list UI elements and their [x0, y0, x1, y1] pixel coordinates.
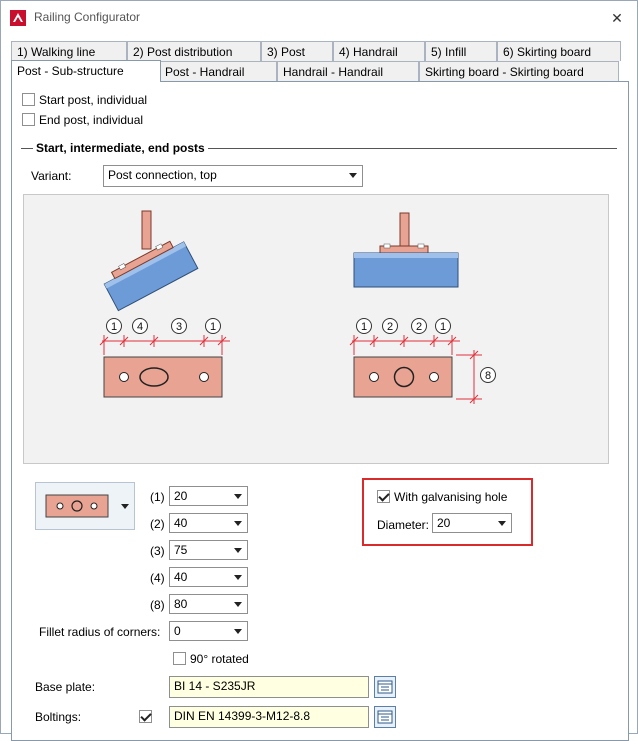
fillet-label: Fillet radius of corners: [39, 625, 161, 639]
start-post-checkbox[interactable] [22, 93, 35, 106]
base-plate-browse-button[interactable] [374, 676, 396, 698]
param-4-value: 40 [174, 570, 188, 584]
param-3-dropdown[interactable]: 75 [169, 540, 248, 560]
right-dim-3: 2 [416, 321, 422, 333]
left-dim-1: 1 [111, 321, 117, 333]
rotated-label: 90° rotated [190, 652, 249, 666]
plate-type-dropdown[interactable] [35, 482, 135, 530]
diameter-label: Diameter: [377, 518, 430, 532]
right-dim-2: 2 [387, 321, 393, 333]
param-3-label: (3) [150, 544, 165, 558]
param-8-value: 80 [174, 597, 188, 611]
chevron-down-icon [121, 504, 129, 509]
variant-value: Post connection, top [108, 168, 217, 182]
param-4-dropdown[interactable]: 40 [169, 567, 248, 587]
plate-preview-icon [45, 494, 109, 518]
left-dim-4: 1 [210, 321, 216, 333]
fillet-dropdown[interactable]: 0 [169, 621, 248, 641]
param-2-dropdown[interactable]: 40 [169, 513, 248, 533]
param-1-label: (1) [150, 490, 165, 504]
right-dim-1: 1 [361, 321, 367, 333]
galvanising-hole-label: With galvanising hole [394, 490, 508, 504]
param-1-dropdown[interactable]: 20 [169, 486, 248, 506]
left-dim-3: 3 [176, 321, 182, 333]
boltings-field[interactable]: DIN EN 14399-3-M12-8.8 [169, 706, 369, 728]
param-3-value: 75 [174, 543, 188, 557]
galvanising-highlight [362, 478, 533, 546]
right-dim-4: 1 [440, 321, 446, 333]
param-2-value: 40 [174, 516, 188, 530]
chevron-down-icon [234, 575, 242, 580]
chevron-down-icon [234, 521, 242, 526]
base-plate-field[interactable]: BI 14 - S235JR [169, 676, 369, 698]
end-post-checkbox[interactable] [22, 113, 35, 126]
catalog-icon [377, 710, 393, 724]
chevron-down-icon [234, 629, 242, 634]
connection-preview: 1 4 3 1 1 2 2 1 8 [23, 194, 609, 464]
boltings-browse-button[interactable] [374, 706, 396, 728]
chevron-down-icon [349, 173, 357, 178]
catalog-icon [377, 680, 393, 694]
variant-label: Variant: [31, 169, 72, 183]
param-1-value: 20 [174, 489, 188, 503]
connection-diagram: 1 4 3 1 1 2 2 1 8 [99, 210, 496, 404]
right-post [399, 212, 410, 250]
left-post [141, 210, 152, 250]
rotated-checkbox[interactable] [173, 652, 186, 665]
diameter-dropdown[interactable]: 20 [432, 513, 512, 533]
chevron-down-icon [234, 602, 242, 607]
end-post-label: End post, individual [39, 113, 144, 127]
chevron-down-icon [234, 548, 242, 553]
boltings-checkbox[interactable] [139, 710, 152, 723]
param-8-dropdown[interactable]: 80 [169, 594, 248, 614]
boltings-value: DIN EN 14399-3-M12-8.8 [174, 709, 311, 723]
section-title: Start, intermediate, end posts [33, 141, 208, 155]
railing-configurator-window: Railing Configurator ✕ 1) Walking line 2… [0, 0, 638, 741]
fillet-value: 0 [174, 624, 181, 638]
boltings-label: Boltings: [35, 710, 82, 724]
param-8-label: (8) [150, 598, 165, 612]
start-post-label: Start post, individual [39, 93, 148, 107]
param-2-label: (2) [150, 517, 165, 531]
chevron-down-icon [498, 521, 506, 526]
param-4-label: (4) [150, 571, 165, 585]
chevron-down-icon [234, 494, 242, 499]
base-plate-value: BI 14 - S235JR [174, 679, 256, 693]
side-dim: 8 [485, 370, 491, 382]
variant-dropdown[interactable]: Post connection, top [103, 165, 363, 187]
galvanising-hole-checkbox[interactable] [377, 490, 390, 503]
base-plate-label: Base plate: [35, 680, 96, 694]
left-dim-2: 4 [137, 321, 143, 333]
diameter-value: 20 [437, 516, 451, 530]
